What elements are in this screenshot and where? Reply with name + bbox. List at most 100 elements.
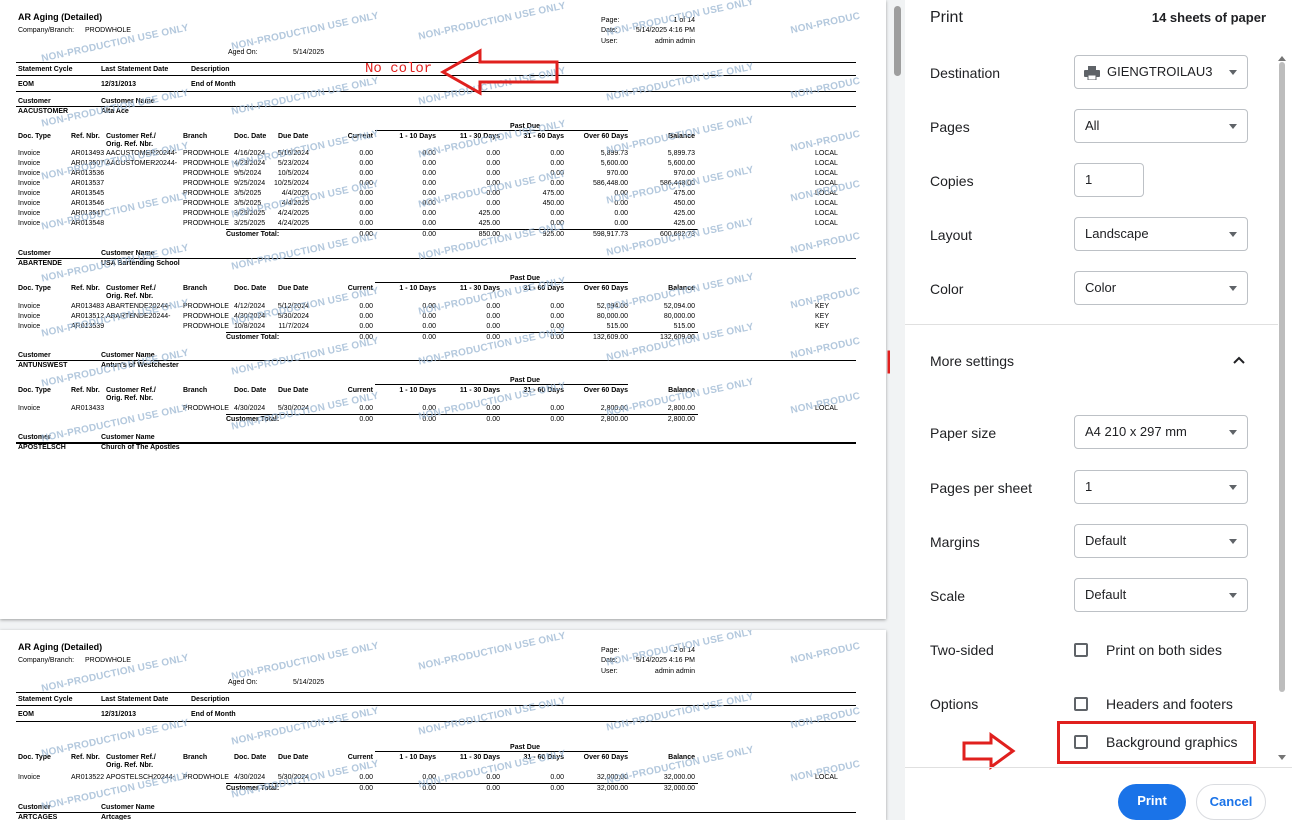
hdr-statement-cycle: Statement Cycle [18,66,73,73]
chevron-down-icon [1229,124,1237,129]
row-branch: PRODWHOLE [183,170,229,177]
two-sided-checkbox[interactable] [1074,643,1088,657]
row-class: LOCAL [815,405,838,412]
row-class: LOCAL [815,200,838,207]
customer-name: Alta Ace [101,108,129,115]
chevron-up-icon[interactable] [1233,356,1245,364]
layout-select[interactable]: Landscape [1074,217,1248,251]
customer-total-label: Customer Total: [226,785,280,792]
customer-id: AACUSTOMER [18,108,69,115]
watermark-text: NON-PRODUCTION USE ONLY [417,630,567,673]
watermark-text: NON-PRODUCTION USE ONLY [605,691,755,734]
copies-value: 1 [1085,172,1093,187]
destination-select[interactable]: GIENGTROILAU3 [1074,55,1248,89]
report-title: AR Aging (Detailed) [18,642,103,652]
watermark-text: NON-PRODUC [789,10,862,37]
row-class: KEY [815,313,830,320]
col-doc-type: Doc. Type [18,285,51,292]
cycle-date: 12/31/2013 [101,81,137,88]
headers-footers-checkbox[interactable] [1074,697,1088,711]
total-amount: 32,000.00 [663,785,695,792]
background-graphics-label[interactable]: Background graphics [1106,734,1238,750]
row-amount: 970.00 [673,170,695,177]
margins-select[interactable]: Default [1074,524,1248,558]
date-value: 5/14/2025 4:16 PM [635,657,695,664]
report-title: AR Aging (Detailed) [18,12,103,22]
col-balance: Balance [668,387,695,394]
pages-per-sheet-select[interactable]: 1 [1074,470,1248,504]
col-branch: Branch [183,285,208,292]
settings-scrollbar[interactable] [1278,55,1286,760]
red-arrow-icon [887,350,890,374]
pages-select[interactable]: All [1074,109,1248,143]
row-class: LOCAL [815,210,838,217]
col-branch: Branch [183,754,208,761]
watermark-text: NON-PRODUCTION USE ONLY [417,0,567,43]
watermark-text: NON-PRODUC [789,335,862,362]
preview-scrollbar-thumb[interactable] [894,6,901,76]
col-branch: Branch [183,387,208,394]
customer-total-label: Customer Total: [226,416,280,423]
watermark-text: NON-PRODUC [789,640,862,667]
rule-line [16,443,856,444]
preview-page-2: AR Aging (Detailed) Company/Branch: PRODWH… [0,630,886,820]
chevron-down-icon [1229,232,1237,237]
col-ref-nbr: Ref. Nbr. [71,285,100,292]
company-value: PRODWHOLE [85,27,131,34]
row-ref-nbr: AR013545 [71,190,105,197]
rule-line [16,62,856,63]
row-branch: PRODWHOLE [183,323,229,330]
customer-total-label: Customer Total: [226,231,280,238]
paper-size-select[interactable]: A4 210 x 297 mm [1074,415,1248,449]
row-ref-nbr: AR013507 [71,160,105,167]
row-doc-type: Invoice [18,405,41,412]
watermark-text: NON-PRODUCTION USE ONLY [40,190,190,233]
aged-on-value: 5/14/2025 [293,49,325,56]
row-amount: 475.00 [673,190,695,197]
row-doc-type: Invoice [18,220,41,227]
rule-line [375,282,628,283]
col-doc-type: Doc. Type [18,754,51,761]
more-settings-toggle[interactable]: More settings [930,353,1014,369]
rule-line [16,721,856,722]
background-graphics-checkbox[interactable] [1074,735,1088,749]
watermark-text: NON-PRODUC [789,230,862,257]
scroll-down-icon[interactable] [1278,755,1286,761]
watermark-text: NON-PRODUCTION USE ONLY [230,705,380,748]
settings-scrollbar-thumb[interactable] [1279,62,1285,692]
row-branch: PRODWHOLE [183,190,229,197]
paper-size-label: Paper size [930,425,997,441]
row-amount: 2,800.00 [667,405,695,412]
layout-label: Layout [930,227,973,243]
row-doc-type: Invoice [18,150,41,157]
row-class: KEY [815,303,830,310]
scroll-up-icon[interactable] [1278,55,1286,61]
row-class: LOCAL [815,774,838,781]
rule-line [375,130,628,131]
color-select[interactable]: Color [1074,271,1248,305]
scale-select[interactable]: Default [1074,578,1248,612]
print-button[interactable]: Print [1118,784,1186,820]
row-branch: PRODWHOLE [183,180,229,187]
row-branch: PRODWHOLE [183,303,229,310]
two-sided-label: Two-sided [930,642,994,658]
copies-input[interactable]: 1 [1074,163,1144,197]
headers-footers-label[interactable]: Headers and footers [1106,696,1233,712]
row-cust-ref: AACUSTOMER20244- [106,150,178,157]
customer-name-label: Customer Name [101,98,155,105]
row-doc-type: Invoice [18,210,41,217]
col-branch: Branch [183,133,208,140]
watermark-text: NON-PRODUC [789,705,862,732]
two-sided-option-label[interactable]: Print on both sides [1106,642,1222,658]
customer-label: Customer [18,250,51,257]
red-arrow-icon [962,732,1016,770]
customer-label: Customer [18,352,51,359]
row-class: LOCAL [815,180,838,187]
cancel-button[interactable]: Cancel [1196,784,1266,820]
row-branch: PRODWHOLE [183,405,229,412]
col-doc-date: Doc. Date [234,133,267,140]
pages-per-sheet-label: Pages per sheet [930,480,1032,496]
col-orig-ref: Orig. Ref. Nbr. [106,141,154,148]
col-ref-nbr: Ref. Nbr. [71,754,100,761]
preview-scrollbar[interactable] [891,0,903,820]
